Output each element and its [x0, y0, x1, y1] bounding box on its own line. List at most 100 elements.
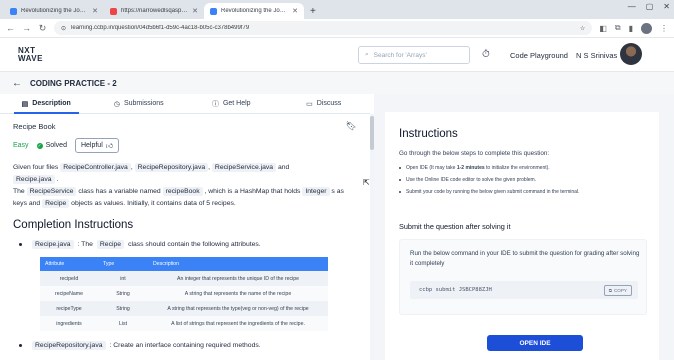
tab-favicon-icon [210, 7, 217, 15]
bullet-icon [399, 167, 401, 169]
browser-tab-1[interactable]: Revolutionizing the Job Marke ✕ [4, 3, 104, 19]
minimize-icon[interactable]: — [628, 2, 636, 11]
back-arrow-icon[interactable]: ← [12, 78, 22, 89]
table-cell: String [98, 301, 148, 316]
sidebar-icon[interactable]: ▮ [629, 24, 633, 33]
back-arrow-icon[interactable]: ← [6, 23, 15, 33]
tab-close-icon[interactable]: ✕ [192, 7, 198, 15]
extensions-puzzle-icon[interactable]: ⧉ [615, 23, 621, 33]
table-row: recipeType String A string that represen… [40, 301, 328, 316]
open-ide-button[interactable]: OPEN IDE [487, 335, 583, 351]
maximize-icon[interactable]: ▢ [646, 2, 654, 11]
browser-tab-3[interactable]: Revolutionizing the Job Marke ✕ [204, 3, 304, 19]
search-input[interactable]: ⌕ Search for 'Arrays' [358, 46, 470, 64]
command-row: ccbp submit JSBCP88ZJH ⧉ COPY [410, 281, 638, 299]
url-field[interactable]: ⊙ learning.ccbp.in/question/04d5b6f1-d59… [54, 21, 593, 35]
tab-get-help[interactable]: ⓘ Get Help [185, 94, 278, 113]
text: s as [331, 188, 344, 195]
thumbs-up-icon: 👍︎ [105, 143, 114, 150]
tab-close-icon[interactable]: ✕ [92, 7, 98, 15]
table-row: recipeId int An integer that represents … [40, 271, 328, 286]
table-cell: int [98, 271, 148, 286]
problem-title: Recipe Book [13, 122, 56, 131]
inline-code: RecipeRepository.java [134, 163, 209, 172]
instructions-intro: Go through the below steps to complete t… [399, 150, 550, 157]
tab-title: Revolutionizing the Job Marke [221, 8, 288, 14]
table-cell: ingredients [40, 316, 98, 331]
bookmark-icon[interactable]: 🔖︎ [346, 121, 357, 132]
search-placeholder: Search for 'Arrays' [373, 51, 427, 59]
tab-label: Description [32, 100, 71, 107]
step-text: Open IDE (It may take 1-2 minutes to ini… [406, 165, 550, 171]
problem-meta: Easy ✓ Solved Helpful 👍︎ [13, 138, 357, 153]
inline-code: Recipe [42, 199, 70, 208]
text: and [277, 164, 290, 171]
site-info-icon[interactable]: ⊙ [61, 25, 66, 32]
text: class has a variable named [78, 188, 161, 195]
nxtwave-logo[interactable]: NXT WAVE [18, 46, 43, 63]
new-tab-button[interactable]: + [304, 6, 322, 19]
timer-icon[interactable]: ⏱ [482, 49, 490, 60]
browser-tab-2[interactable]: https://narrowedlsqasps28e ✕ [104, 3, 204, 19]
tab-description[interactable]: ▤ Description [0, 94, 93, 114]
address-bar: ← → ↻ ⊙ learning.ccbp.in/question/04d5b6… [0, 19, 674, 38]
inline-code: RecipeService [26, 187, 77, 196]
helpful-button[interactable]: Helpful 👍︎ [74, 138, 120, 153]
bullet-icon [399, 191, 401, 193]
helpful-label: Helpful [80, 142, 103, 149]
app-header: NXT WAVE ⌕ Search for 'Arrays' ⏱ Code Pl… [0, 38, 674, 72]
text: : The [77, 241, 93, 248]
tab-submissions[interactable]: ◷ Submissions [93, 94, 186, 113]
list-item: RecipeRepository.java : Create an interf… [13, 341, 357, 350]
reload-icon[interactable]: ↻ [38, 23, 47, 34]
instructions-steps: Open IDE (It may take 1-2 minutes to ini… [399, 165, 649, 201]
tab-label: Discuss [316, 100, 342, 107]
discuss-icon: ▭ [306, 100, 313, 108]
text: The [13, 188, 25, 195]
completion-heading: Completion Instructions [13, 219, 134, 231]
forward-arrow-icon[interactable]: → [22, 23, 31, 33]
tab-title: https://narrowedlsqasps28e [121, 8, 189, 14]
search-icon: ⌕ [365, 51, 369, 58]
user-avatar[interactable] [620, 43, 642, 65]
logo-line-2: WAVE [18, 53, 43, 63]
description-tabs: ▤ Description ◷ Submissions ⓘ Get Help ▭… [0, 94, 370, 114]
step-text: Use the Online IDE code editor to solve … [406, 177, 537, 183]
inline-code: RecipeService.java [211, 163, 277, 172]
menu-dots-icon[interactable]: ⋮ [660, 24, 668, 33]
practice-title: CODING PRACTICE - 2 [30, 78, 117, 88]
inline-code: Recipe.java [32, 240, 74, 249]
bullet-icon [399, 179, 401, 181]
close-window-icon[interactable]: ✕ [663, 2, 670, 11]
attributes-table: Attribute Type Description recipeId int … [40, 257, 328, 331]
code-playground-link[interactable]: Code Playground [510, 51, 568, 60]
table-cell: recipeId [40, 271, 98, 286]
bookmark-star-icon[interactable]: ☆ [580, 25, 585, 32]
table-cell: A string that represents the type(veg or… [148, 301, 328, 316]
submit-command[interactable]: ccbp submit JSBCP88ZJH [419, 287, 492, 293]
submit-box: Run the below command in your IDE to sub… [399, 239, 647, 315]
browser-tab-bar: Revolutionizing the Job Marke ✕ https://… [0, 0, 674, 19]
tab-close-icon[interactable]: ✕ [292, 7, 298, 15]
text: Given four files [13, 164, 59, 171]
tab-label: Submissions [123, 100, 164, 107]
submit-description: Run the below command in your IDE to sub… [410, 250, 640, 267]
inline-code: Integer [302, 187, 330, 196]
tab-discuss[interactable]: ▭ Discuss [278, 94, 371, 113]
profile-avatar[interactable] [641, 22, 652, 34]
practice-header: ← CODING PRACTICE - 2 [0, 72, 674, 94]
bullet-icon [19, 243, 22, 246]
table-cell: A list of strings that represent the ing… [148, 316, 328, 331]
text: , [130, 164, 133, 171]
table-cell: recipeType [40, 301, 98, 316]
copy-button[interactable]: ⧉ COPY [603, 284, 632, 296]
user-name[interactable]: N S Srinivas [576, 51, 617, 60]
list-item: Submit your code by running the below gi… [399, 189, 649, 195]
step-text-part: to initialize the environment). [484, 165, 550, 171]
text: : Create an interface containing require… [109, 342, 261, 349]
submit-heading: Submit the question after solving it [399, 222, 511, 231]
step-text: Submit your code by running the below gi… [406, 189, 580, 195]
problem-description: Recipe Book 🔖︎ Easy ✓ Solved Helpful 👍︎ … [0, 114, 370, 360]
text: . [56, 176, 59, 183]
extension-icon[interactable]: ◧ [599, 24, 607, 33]
